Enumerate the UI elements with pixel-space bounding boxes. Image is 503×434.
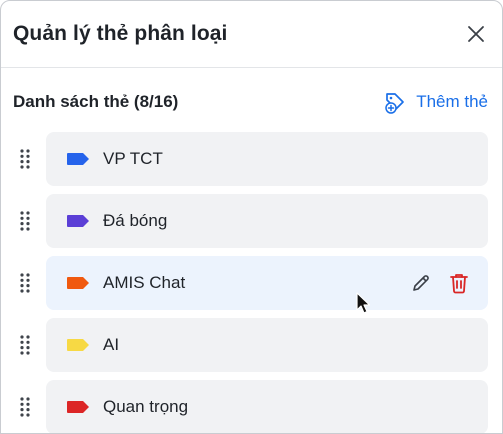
list-item: Quan trọng [1,378,502,433]
tag-label: VP TCT [103,149,163,168]
tag-item[interactable]: Đá bóng [46,194,488,248]
list-item: AMIS Chat [1,254,502,316]
tag-item[interactable]: AMIS Chat [46,256,488,310]
dialog-header: Quản lý thẻ phân loại [1,1,502,68]
tag-item[interactable]: Quan trọng [46,380,488,433]
add-tag-button[interactable]: Thêm thẻ [384,90,488,114]
drag-handle-icon[interactable] [18,396,32,418]
tag-actions [410,272,470,294]
tag-label: AI [103,335,120,354]
drag-handle-icon[interactable] [18,272,32,294]
tag-color-icon [67,153,89,165]
tag-color-icon [67,215,89,227]
list-item: AI [1,316,502,378]
tag-label: AMIS Chat [103,273,186,292]
tag-label: Đá bóng [103,211,168,230]
list-header: Danh sách thẻ (8/16) Thêm thẻ [1,68,502,136]
drag-handle-icon[interactable] [18,334,32,356]
tag-manager-dialog: Quản lý thẻ phân loại Danh sách thẻ (8/1… [0,0,503,434]
tag-color-icon [67,401,89,413]
add-tag-label: Thêm thẻ [416,92,488,111]
dialog-title: Quản lý thẻ phân loại [13,22,228,45]
edit-tag-button[interactable] [410,272,432,294]
tag-add-icon [385,93,405,114]
list-item: VP TCT [1,130,502,192]
tag-item[interactable]: VP TCT [46,132,488,186]
trash-icon [450,274,468,294]
close-button[interactable] [464,22,488,46]
tag-item[interactable]: AI [46,318,488,372]
delete-tag-button[interactable] [448,272,470,294]
tag-color-icon [67,339,89,351]
tag-label: Quan trọng [103,397,189,416]
drag-handle-icon[interactable] [18,210,32,232]
close-icon [468,26,484,42]
pencil-icon [413,275,429,291]
mouse-cursor-icon [356,292,371,314]
list-item: Đá bóng [1,192,502,254]
tag-list-title: Danh sách thẻ (8/16) [13,92,179,111]
tag-list: VP TCT Đá bóng AMIS Chat AI Quan trọng [1,130,502,433]
tag-color-icon [67,277,89,289]
drag-handle-icon[interactable] [18,148,32,170]
